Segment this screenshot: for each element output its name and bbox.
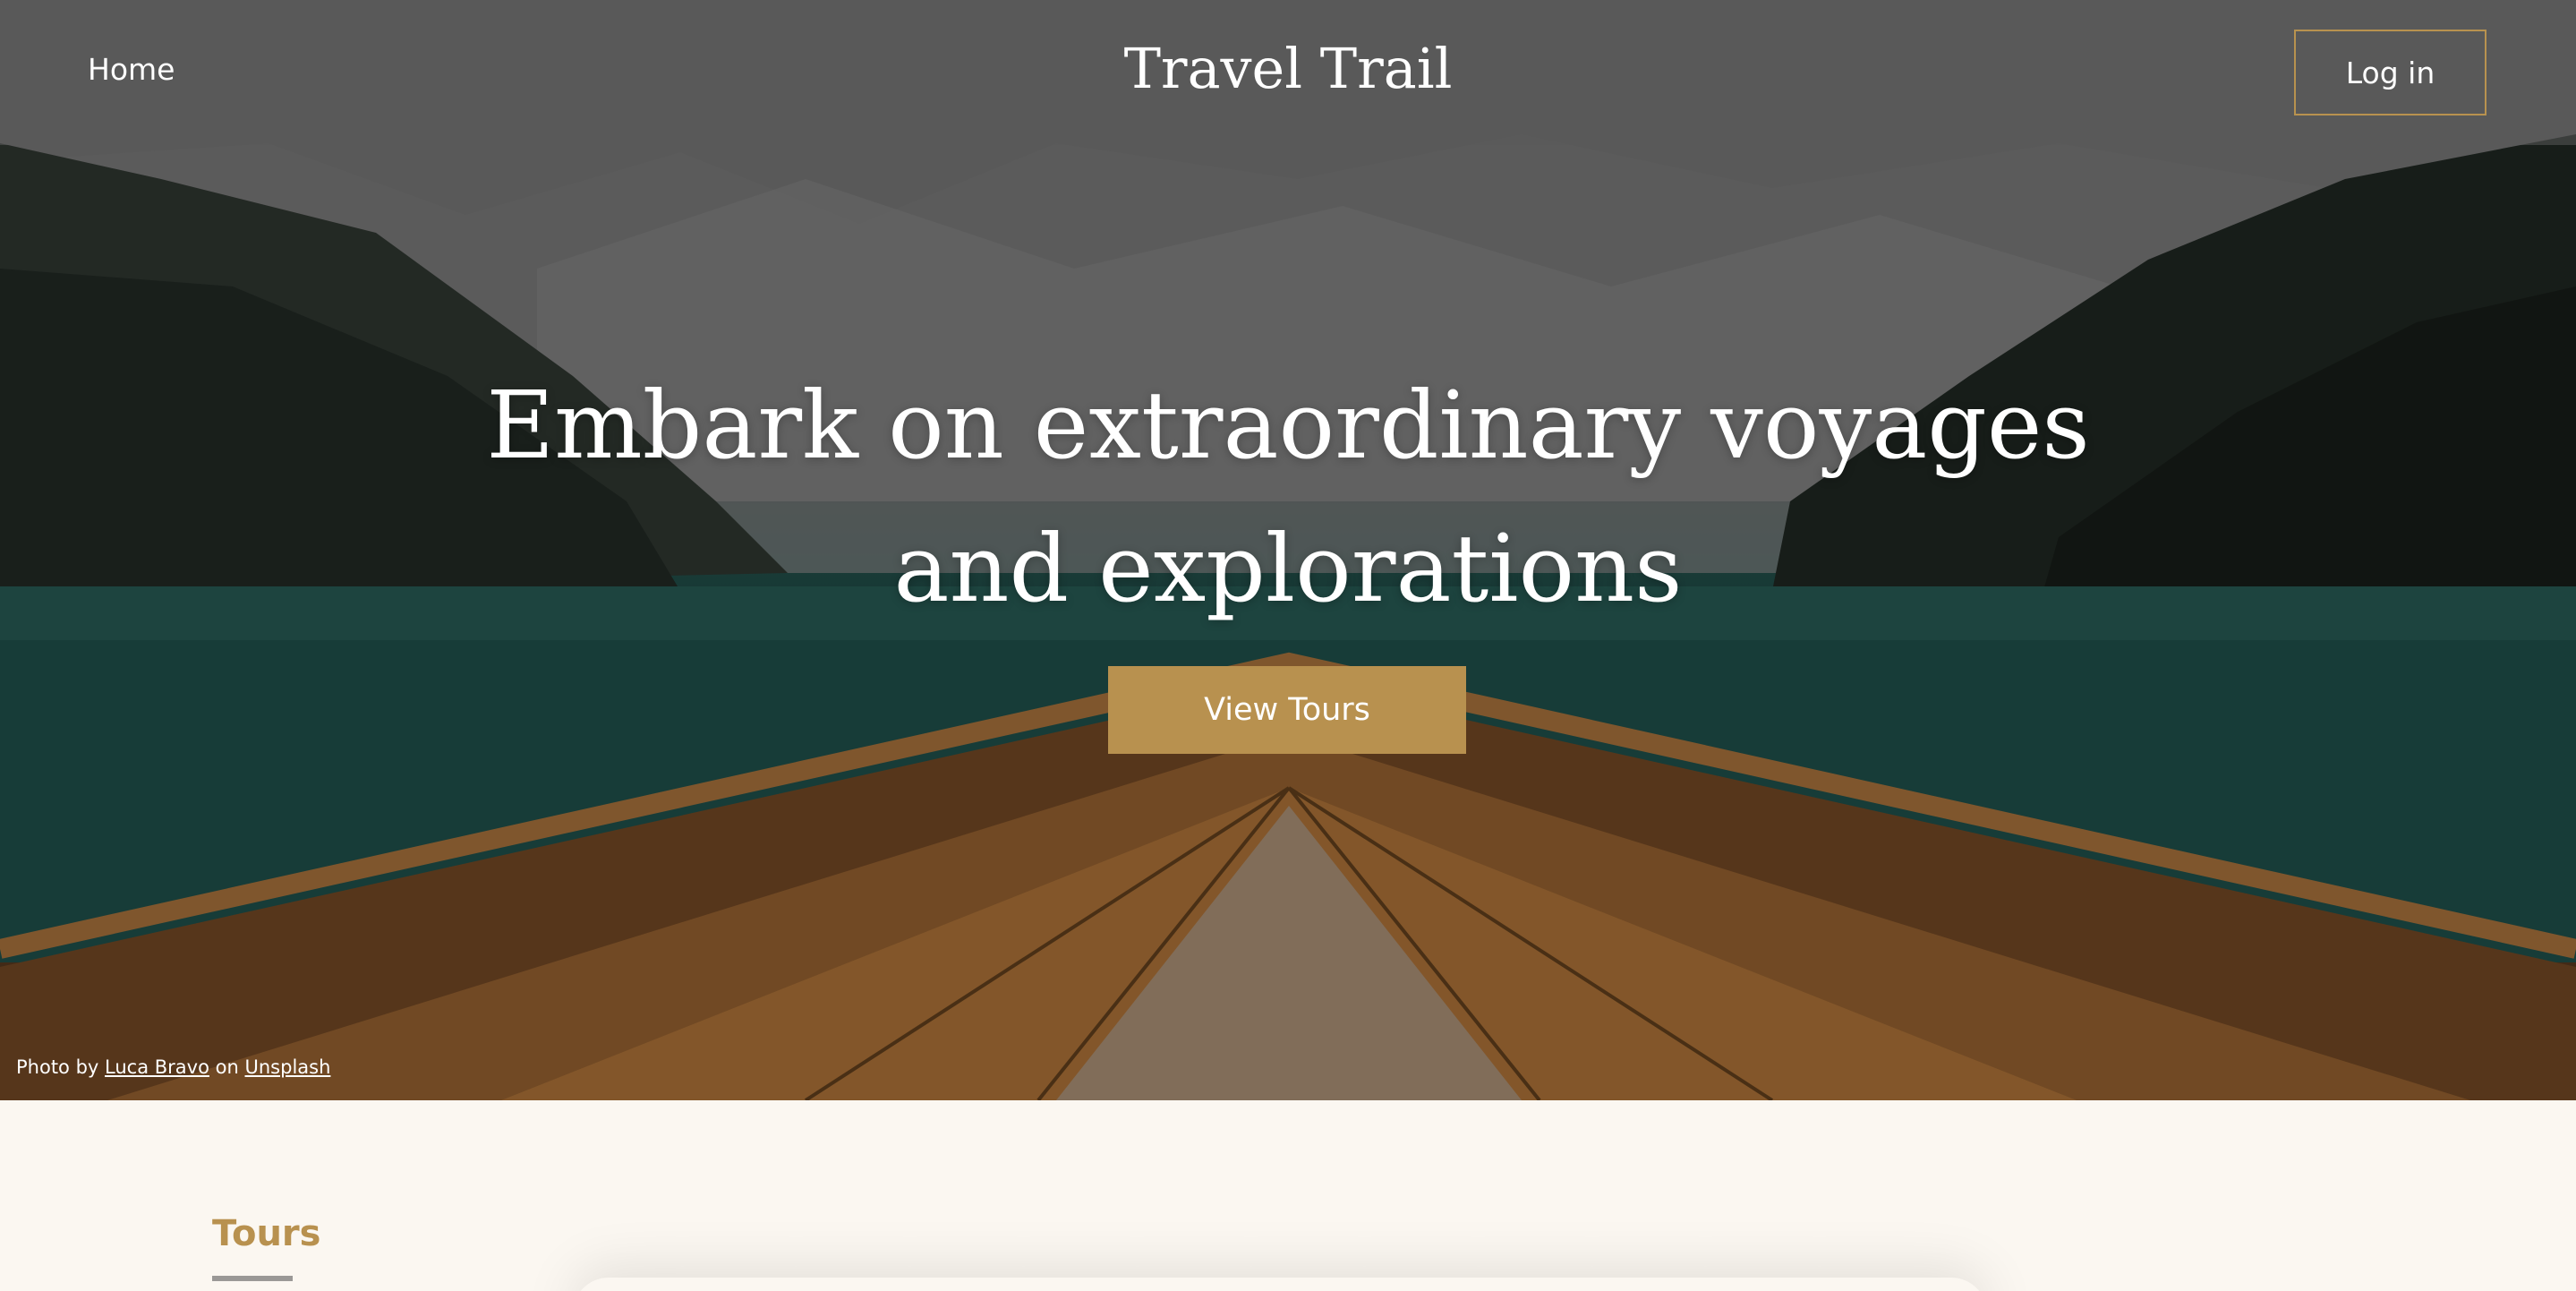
hero-section: Home Travel Trail Log in Embark on extra…	[0, 0, 2576, 1100]
tours-heading-clipped	[212, 1276, 293, 1291]
photo-credit: Photo by Luca Bravo on Unsplash	[16, 1056, 330, 1078]
credit-prefix: Photo by	[16, 1056, 99, 1078]
tours-section: Tours	[0, 1100, 2576, 1291]
nav-home-link[interactable]: Home	[88, 52, 175, 87]
hero-headline: Embark on extraordinary voyages and expl…	[0, 354, 2576, 640]
hero-headline-line2: and explorations	[893, 514, 1683, 623]
login-button[interactable]: Log in	[2294, 30, 2486, 115]
credit-author-link[interactable]: Luca Bravo	[105, 1056, 209, 1078]
tours-section-label: Tours	[212, 1213, 321, 1254]
credit-source-link[interactable]: Unsplash	[245, 1056, 331, 1078]
site-brand-title: Travel Trail	[1123, 36, 1453, 101]
credit-middle: on	[215, 1056, 239, 1078]
top-navbar: Home Travel Trail Log in	[0, 0, 2576, 145]
view-tours-button[interactable]: View Tours	[1108, 666, 1466, 754]
tour-card-edge	[573, 1278, 1987, 1291]
hero-headline-line1: Embark on extraordinary voyages	[486, 371, 2090, 480]
